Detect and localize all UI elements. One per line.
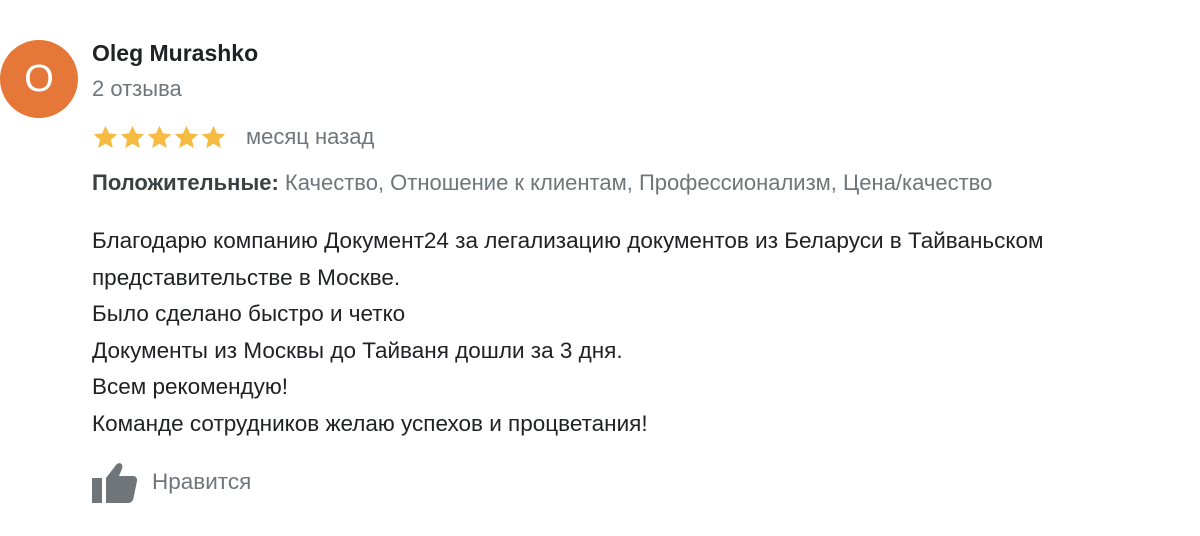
star-icon <box>201 125 226 148</box>
star-icon <box>120 125 145 148</box>
review-date: месяц назад <box>246 124 375 149</box>
thumbs-up-icon <box>92 463 138 503</box>
rating-row: месяц назад <box>92 122 374 152</box>
star-rating <box>92 124 227 151</box>
review-attributes: Положительные: Качество, Отношение к кли… <box>92 170 992 196</box>
review-text-line: представительстве в Москве. <box>92 264 401 290</box>
like-label: Нравится <box>152 469 252 494</box>
review-text-line: Всем рекомендую! <box>92 374 289 400</box>
star-icon <box>147 125 172 148</box>
attributes-label: Положительные: <box>92 170 279 195</box>
star-icon <box>93 125 118 148</box>
like-button[interactable]: Нравится <box>92 460 251 504</box>
attributes-values: Качество, Отношение к клиентам, Професси… <box>278 170 993 195</box>
author-name[interactable]: Oleg Murashko <box>92 40 258 67</box>
review-text: Благодарю компанию Документ24 за легализ… <box>92 223 1197 443</box>
avatar-initial: O <box>24 57 54 100</box>
review-text-line: Документы из Москвы до Тайваня дошли за … <box>92 337 623 363</box>
review-text-line: Благодарю компанию Документ24 за легализ… <box>92 228 1044 253</box>
star-icon <box>174 125 199 148</box>
review-text-line: Было сделано быстро и четко <box>92 301 406 327</box>
review-card: O Oleg Murashko 2 отзыва месяц назад Пол… <box>0 0 1200 536</box>
author-review-count[interactable]: 2 отзыва <box>92 76 182 102</box>
review-text-line: Команде сотрудников желаю успехов и проц… <box>92 410 648 436</box>
avatar[interactable]: O <box>0 40 78 118</box>
